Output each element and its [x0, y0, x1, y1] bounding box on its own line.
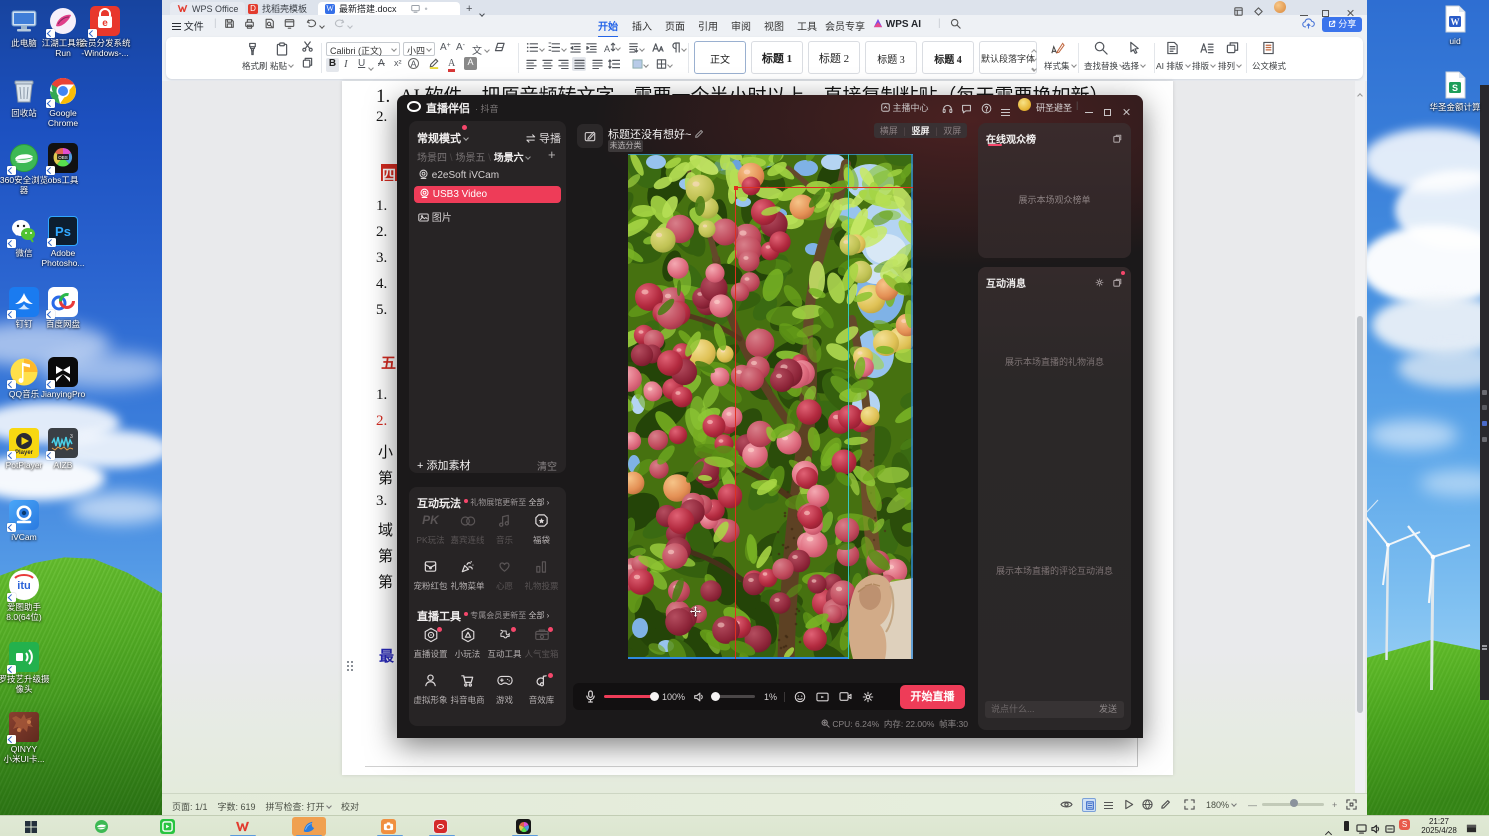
- svg-text:itu: itu: [17, 580, 30, 592]
- svg-text:OBS: OBS: [58, 155, 68, 160]
- svg-text:e: e: [102, 18, 108, 29]
- svg-text:W: W: [1451, 17, 1460, 27]
- svg-text:Player: Player: [15, 450, 34, 456]
- svg-text:S: S: [1452, 83, 1458, 93]
- svg-text:3: 3: [70, 434, 73, 440]
